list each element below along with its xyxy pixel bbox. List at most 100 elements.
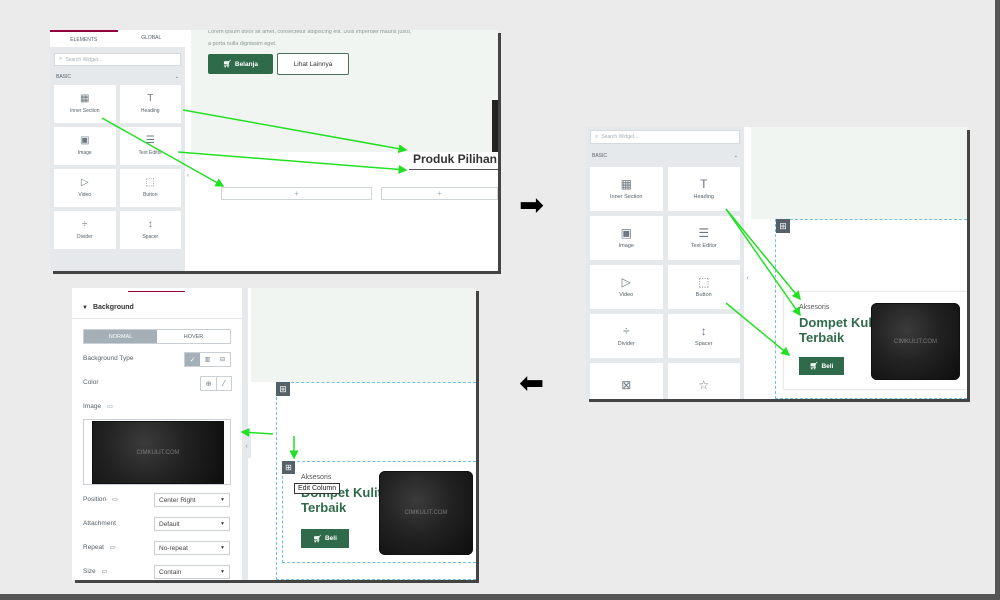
image-label: Image [83, 403, 102, 410]
attachment-select[interactable]: Default ▼ [154, 517, 230, 531]
background-section-label: Background [92, 304, 134, 311]
position-select[interactable]: Center Right ▼ [154, 493, 230, 507]
belanja-button[interactable]: 🛒︎ Belanja [208, 54, 273, 74]
widget-image[interactable]: ▣ Image [54, 127, 116, 165]
widget-heading[interactable]: T Heading [119, 85, 181, 123]
watermark-text: CIMKULIT.COM [893, 338, 938, 345]
image-chooser[interactable]: CIMKULIT.COM [83, 419, 231, 485]
cart-icon: 🛒︎ [222, 61, 232, 68]
collapse-panel-button-2[interactable]: ‹ [744, 269, 751, 287]
text-editor-icon: ☰ [698, 226, 710, 240]
search-widget-input[interactable]: ⌕ Search Widget... [54, 53, 181, 66]
widget-text-editor[interactable]: ☰ Text Editor [667, 216, 740, 260]
image-gallery-icon: ⊠ [621, 378, 632, 392]
widget-label: Heading [693, 194, 715, 200]
product-card-3: Aksesoris Dompet Kulit Terbaik 🛒︎ Beli C… [294, 463, 476, 559]
background-section-header[interactable]: ▼ Background [82, 304, 134, 311]
caret-down-icon: ▼ [82, 304, 88, 311]
beli-button[interactable]: 🛒︎ Beli [301, 529, 349, 548]
widget-label: Video [619, 292, 634, 298]
desktop-icon: ▭ [107, 404, 113, 410]
empty-column-1[interactable]: + [221, 187, 372, 200]
widget-label: Divider [617, 341, 635, 347]
tab-normal[interactable]: NORMAL [84, 330, 157, 343]
color-swatch[interactable]: ⁄ [216, 377, 231, 390]
button-icon: ⬚ [145, 177, 155, 188]
canvas: Lorem ipsum dolor sit amet, consectetur … [191, 30, 498, 271]
edit-section-handle[interactable]: ⊞ [776, 219, 790, 233]
tab-hover[interactable]: HOVER [157, 330, 230, 343]
size-select[interactable]: Contain ▼ [154, 565, 230, 579]
widget-inner-section[interactable]: ▦ Inner Section [590, 167, 663, 211]
widget-video[interactable]: ▷ Video [590, 265, 663, 309]
widget-star[interactable]: ☆ [667, 363, 740, 399]
columns-icon: ▦ [620, 177, 632, 191]
widget-button[interactable]: ⬚ Button [667, 265, 740, 309]
tab-global[interactable]: GLOBAL [118, 30, 186, 47]
widget-image-gallery[interactable]: ⊠ [590, 363, 663, 399]
columns-icon: ▦ [80, 93, 90, 104]
widget-grid-2: ▦ Inner Section T Heading ▣ Image ☰ Text Editor… [586, 167, 744, 399]
edit-section-handle[interactable]: ⊞ [276, 382, 290, 396]
spacer-icon: ↕ [147, 219, 153, 230]
globe-icon[interactable]: ⊕ [201, 377, 216, 390]
section-basic[interactable]: BASIC ⌄ [50, 72, 185, 85]
widget-heading[interactable]: T Heading [667, 167, 740, 211]
product-card-2: Aksesoris Dompet Kulit Terbaik 🛒︎ Beli C… [784, 292, 967, 389]
text-editor-icon: ☰ [145, 135, 155, 146]
belanja-label: Belanja [234, 60, 258, 68]
widget-spacer[interactable]: ↕ Spacer [667, 314, 740, 358]
lihat-lainnya-button[interactable]: Lihat Lainnya [277, 53, 349, 75]
hero-section: Lorem ipsum dolor sit amet, consectetur … [191, 30, 498, 152]
sidebar-top-accent [128, 291, 185, 292]
section-basic-2[interactable]: BASIC ⌄ [586, 147, 744, 167]
repeat-row: Repeat ▭ [83, 544, 116, 551]
widget-label: Text Editor [690, 243, 717, 249]
image-icon: ▣ [80, 135, 90, 146]
frame-edge-right [995, 0, 1000, 600]
arrow-left-icon: ⬅ [519, 367, 545, 400]
bg-classic-option[interactable]: ✓ [185, 353, 200, 366]
size-value: Contain [159, 568, 182, 576]
bg-type-label: Background Type [83, 355, 134, 362]
search-widget-input-2[interactable]: ⌕ Search Widget... [590, 130, 740, 144]
color-label: Color [83, 379, 99, 386]
produk-pilihan-heading: Produk Pilihan [413, 152, 498, 166]
wallet-image: CIMKULIT.COM [871, 303, 960, 380]
screenshot-step-1: ELEMENTS GLOBAL ⌕ Search Widget... BASIC… [50, 30, 498, 271]
desktop-icon: ▭ [109, 545, 116, 551]
beli-button[interactable]: 🛒︎ Beli [799, 357, 844, 375]
widget-video[interactable]: ▷ Video [54, 169, 116, 207]
widget-spacer[interactable]: ↕ Spacer [119, 211, 181, 249]
bg-slideshow-option[interactable]: ⊟ [215, 353, 230, 366]
collapse-panel-button-3[interactable]: ‹ [242, 434, 251, 458]
section-basic-label-2: BASIC [592, 153, 608, 159]
beli-label: Beli [821, 362, 834, 370]
divider-icon: ÷ [82, 219, 88, 230]
lorem-text: Lorem ipsum dolor sit amet, consectetur … [208, 30, 411, 50]
widget-image[interactable]: ▣ Image [590, 216, 663, 260]
widget-button[interactable]: ⬚ Button [119, 169, 181, 207]
tab-elements[interactable]: ELEMENTS [50, 30, 118, 47]
search-icon: ⌕ [59, 56, 63, 62]
widget-divider[interactable]: ÷ Divider [590, 314, 663, 358]
widget-divider[interactable]: ÷ Divider [54, 211, 116, 249]
heading-icon: T [700, 177, 708, 191]
empty-column-2[interactable]: + [381, 187, 498, 200]
screenshot-step-3: ▼ Background NORMAL HOVER Background Typ… [72, 288, 476, 580]
chevron-down-icon: ⌄ [733, 153, 738, 159]
widget-text-editor[interactable]: ☰ Text Editor [119, 127, 181, 165]
desktop-icon: ▭ [112, 497, 118, 503]
bg-type-toggle: ✓ ▥ ⊟ [184, 352, 231, 367]
card-subtitle: Aksesoris [301, 474, 332, 481]
bg-gradient-option[interactable]: ▥ [200, 353, 215, 366]
widget-label: Button [695, 292, 712, 298]
repeat-label: Repeat [83, 544, 104, 551]
widget-label: Image [618, 243, 634, 249]
widget-label: Heading [140, 108, 160, 114]
widget-inner-section[interactable]: ▦ Inner Section [54, 85, 116, 123]
attachment-value: Default [159, 520, 180, 528]
image-label-row: Image ▭ [83, 403, 113, 410]
repeat-select[interactable]: No-repeat ▼ [154, 541, 230, 555]
widget-label: Inner Section [610, 194, 643, 200]
